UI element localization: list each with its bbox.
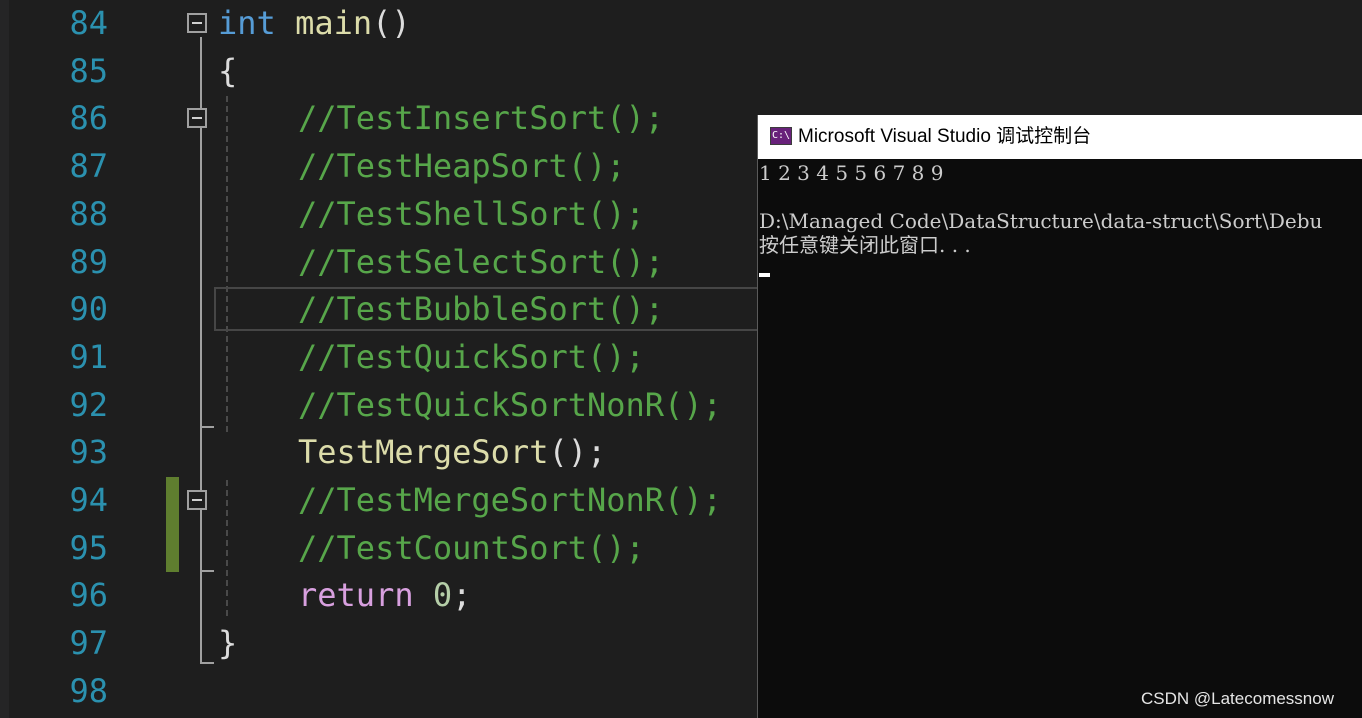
code-line[interactable]: 91 //TestQuickSort(); [0, 333, 760, 381]
line-number: 90 [69, 290, 108, 329]
code-text: //TestSelectSort(); [298, 238, 664, 286]
code-token: main [295, 4, 373, 42]
code-token: TestMergeSort [298, 433, 549, 472]
code-token: //TestCountSort(); [298, 528, 645, 567]
console-output: 1 2 3 4 5 5 6 7 8 9 D:\Managed Code\Data… [758, 159, 1362, 718]
current-line-highlight [214, 287, 759, 331]
code-token: //TestMergeSortNonR(); [298, 481, 722, 519]
fold-guide-end [200, 662, 214, 664]
vs-debug-console-icon: C:\ [770, 127, 792, 145]
code-token: //TestSelectSort(); [298, 242, 665, 281]
code-text: //TestInsertSort(); [298, 94, 664, 142]
code-line[interactable]: 97} [0, 619, 760, 667]
code-line[interactable]: 96 return 0; [0, 571, 760, 619]
indent-guide [226, 96, 228, 432]
code-line[interactable]: 85 { [0, 47, 760, 95]
code-text: return 0; [298, 571, 471, 619]
code-text: //TestHeapSort(); [298, 142, 626, 190]
code-token: } [218, 624, 238, 663]
changed-lines-indicator [166, 477, 179, 572]
line-number: 86 [69, 99, 108, 138]
code-token: int [218, 4, 276, 42]
code-token: ; [452, 576, 472, 615]
code-line[interactable]: 95 //TestCountSort(); [0, 524, 760, 572]
collapse-icon[interactable] [187, 108, 207, 128]
code-token: //TestQuickSortNonR(); [298, 385, 722, 424]
code-token: (); [548, 433, 607, 472]
code-text: TestMergeSort(); [298, 428, 606, 476]
code-token: { [218, 51, 238, 90]
debug-console-window[interactable]: C:\ Microsoft Visual Studio 调试控制台 1 2 3 … [757, 115, 1362, 718]
line-number: 96 [69, 576, 108, 615]
console-line: 按任意键关闭此窗口. . . [759, 233, 971, 257]
code-line[interactable]: 98 [0, 667, 760, 715]
line-number: 97 [69, 624, 108, 663]
console-line: 1 2 3 4 5 5 6 7 8 9 [759, 161, 944, 185]
code-line[interactable]: 94 //TestMergeSortNonR(); [0, 476, 760, 524]
console-title: Microsoft Visual Studio 调试控制台 [798, 126, 1092, 147]
line-number: 84 [69, 4, 108, 42]
code-token: //TestInsertSort(); [298, 99, 665, 138]
code-text: { [218, 47, 237, 95]
line-number: 93 [69, 433, 108, 472]
indent-guide [226, 480, 228, 616]
line-number: 91 [69, 337, 108, 376]
collapse-icon[interactable] [187, 490, 207, 510]
line-number: 89 [69, 242, 108, 281]
code-token: //TestQuickSort(); [298, 337, 645, 376]
fold-guide-end [200, 570, 214, 572]
fold-guide-end [200, 426, 214, 428]
console-line: D:\Managed Code\DataStructure\data-struc… [759, 209, 1323, 233]
code-token: 0 [432, 576, 453, 615]
code-text: //TestMergeSortNonR(); [298, 476, 722, 524]
code-line[interactable]: 86 //TestInsertSort(); [0, 94, 760, 142]
code-token: //TestHeapSort(); [298, 147, 626, 186]
code-token: //TestShellSort(); [298, 194, 645, 233]
code-text: //TestShellSort(); [298, 190, 645, 238]
code-line[interactable]: 89 //TestSelectSort(); [0, 238, 760, 286]
code-text: //TestQuickSortNonR(); [298, 381, 722, 429]
code-token: () [372, 4, 411, 42]
code-line[interactable]: 93 TestMergeSort(); [0, 428, 760, 476]
line-number: 95 [69, 528, 108, 567]
code-text: int main() [218, 0, 411, 47]
code-text: //TestQuickSort(); [298, 333, 645, 381]
code-text: //TestCountSort(); [298, 524, 645, 572]
code-line[interactable]: 92 //TestQuickSortNonR(); [0, 381, 760, 429]
line-number: 85 [69, 51, 108, 90]
console-titlebar[interactable]: C:\ Microsoft Visual Studio 调试控制台 [758, 115, 1362, 159]
line-number: 92 [69, 385, 108, 424]
line-number: 88 [69, 194, 108, 233]
line-number: 87 [69, 147, 108, 186]
code-line[interactable]: 88 //TestShellSort(); [0, 190, 760, 238]
watermark: CSDN @Latecomessnow [1141, 689, 1334, 708]
collapse-icon[interactable] [187, 13, 207, 33]
code-line[interactable]: 87 //TestHeapSort(); [0, 142, 760, 190]
code-line[interactable]: 84 int main() [0, 0, 760, 47]
code-text: } [218, 619, 237, 667]
code-token: return [298, 576, 414, 615]
line-number: 98 [69, 671, 108, 710]
line-number: 94 [69, 481, 108, 519]
console-cursor [759, 273, 770, 277]
